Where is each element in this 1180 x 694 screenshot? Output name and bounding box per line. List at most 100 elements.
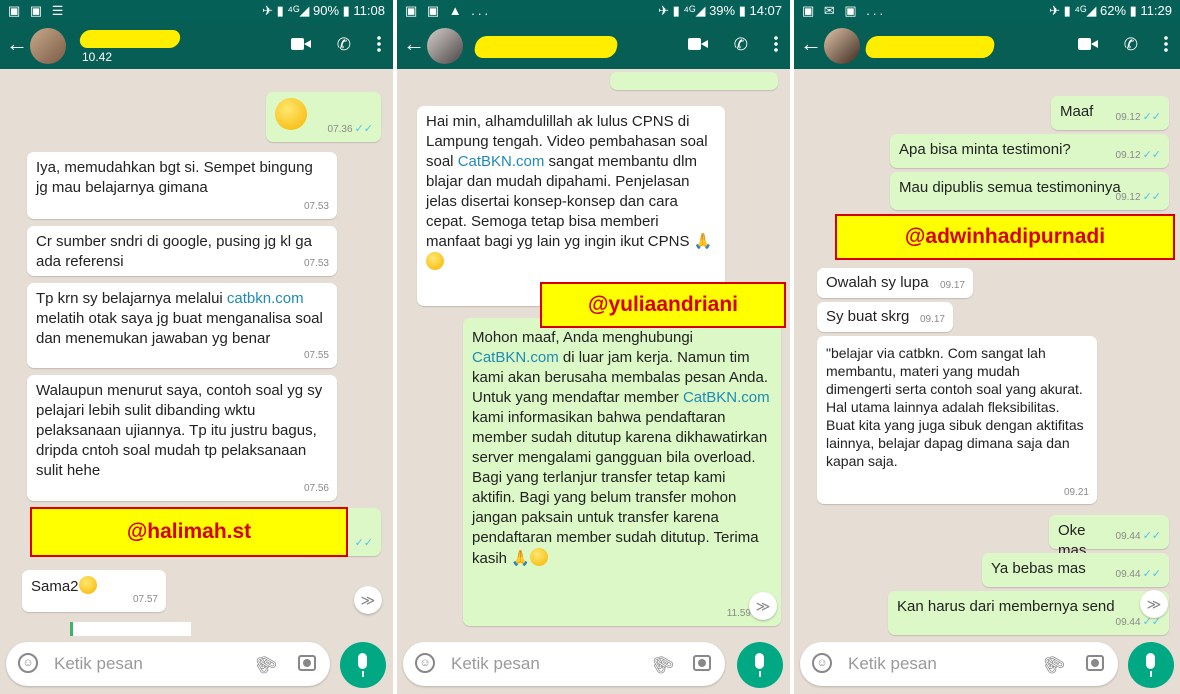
status-icons-left: ▣ ▣ ☰	[8, 3, 67, 18]
redacted-contact-name	[78, 30, 182, 48]
back-arrow-icon[interactable]: ←	[6, 33, 28, 55]
message-outgoing[interactable]: 07.36 ✓✓	[266, 92, 381, 142]
username-label: @adwinhadipurnadi	[835, 214, 1175, 260]
message-text: melatih otak saya jg buat menganalisa so…	[36, 310, 323, 347]
scroll-down-icon[interactable]: ≫	[1140, 590, 1168, 618]
message-incoming[interactable]: Hai min, alhamdulillah ak lulus CPNS di …	[417, 106, 725, 306]
message-text: Mau dipublis semua testimoninya	[899, 179, 1121, 196]
message-incoming[interactable]: Owalah sy lupa 09.17	[817, 268, 973, 298]
message-text: Maaf	[1060, 103, 1094, 120]
emoji-icon[interactable]: ☺	[18, 653, 38, 673]
message-input-placeholder[interactable]: Ketik pesan	[54, 654, 143, 674]
voice-call-icon[interactable]: ✆	[734, 36, 748, 53]
message-text: "belajar via catbkn. Com sangat lah memb…	[826, 345, 1084, 469]
more-options-icon[interactable]	[1164, 35, 1168, 53]
read-receipt-icon: ✓✓	[1142, 530, 1161, 542]
message-outgoing[interactable]	[610, 72, 778, 90]
message-time: 09.44	[1115, 531, 1141, 542]
message-incoming[interactable]: Walaupun menurut saya, contoh soal yg sy…	[27, 375, 337, 501]
read-receipt-icon: ✓✓	[1142, 191, 1161, 203]
message-text: kami informasikan bahwa pendaftaran memb…	[472, 409, 768, 567]
message-text: Ya bebas mas	[991, 560, 1086, 577]
contact-avatar[interactable]	[824, 28, 860, 64]
message-incoming[interactable]: Sama2 07.57	[22, 570, 166, 612]
back-arrow-icon[interactable]: ←	[800, 33, 822, 55]
message-link[interactable]: CatBKN.com	[458, 153, 545, 170]
message-text: Mohon maaf, Anda menghubungi	[472, 329, 693, 346]
smiling-emoji-icon	[78, 576, 97, 594]
message-time: 09.12	[1115, 112, 1141, 123]
message-input-placeholder[interactable]: Ketik pesan	[848, 654, 937, 674]
mic-button[interactable]	[340, 642, 386, 688]
message-outgoing[interactable]: Maaf 09.12 ✓✓	[1051, 96, 1169, 130]
mic-button[interactable]	[1128, 642, 1174, 688]
message-text: Tp krn sy belajarnya melalui	[36, 290, 223, 307]
scroll-down-icon[interactable]: ≫	[749, 592, 777, 620]
message-outgoing[interactable]: Oke mas 09.44 ✓✓	[1049, 515, 1169, 559]
message-text: Sama2	[31, 578, 79, 595]
voice-call-icon[interactable]: ✆	[337, 36, 351, 53]
mic-icon	[358, 653, 367, 677]
contact-avatar[interactable]	[427, 28, 463, 64]
chat-screen-2: ▣ ▣ ▲ ... ✈ ▮ ⁴ᴳ◢ 39% ▮ 14:07 ← ✆ Hai mi…	[397, 0, 790, 694]
camera-icon[interactable]	[693, 655, 711, 671]
message-text: Cr sumber sndri di google, pusing jg kl …	[36, 233, 312, 270]
message-link[interactable]: CatBKN.com	[683, 389, 770, 406]
smiling-emoji-icon	[529, 548, 548, 566]
status-icons-right: ✈ ▮ ⁴ᴳ◢ 62% ▮ 11:29	[1049, 3, 1172, 18]
attach-icon[interactable]: 🖇	[250, 649, 281, 680]
message-time: 09.17	[919, 314, 945, 325]
message-link[interactable]: catbkn.com	[227, 290, 304, 307]
message-input-bar[interactable]: ☺ Ketik pesan 🖇	[6, 642, 330, 686]
camera-icon[interactable]	[298, 655, 316, 671]
contact-avatar[interactable]	[30, 28, 66, 64]
attach-icon[interactable]: 🖇	[647, 649, 678, 680]
more-options-icon[interactable]	[377, 35, 381, 53]
message-outgoing[interactable]: Kan harus dari membernya send 09.44 ✓✓	[888, 591, 1169, 635]
video-call-icon[interactable]	[687, 37, 708, 51]
message-outgoing[interactable]: Ya bebas mas 09.44 ✓✓	[982, 553, 1169, 587]
status-icons-right: ✈ ▮ ⁴ᴳ◢ 39% ▮ 14:07	[658, 3, 782, 18]
voice-call-icon[interactable]: ✆	[1124, 36, 1138, 53]
message-incoming[interactable]: Cr sumber sndri di google, pusing jg kl …	[27, 226, 337, 276]
message-input-placeholder[interactable]: Ketik pesan	[451, 654, 540, 674]
message-time: 07.53	[303, 258, 329, 269]
back-arrow-icon[interactable]: ←	[403, 33, 425, 55]
status-bar: ▣ ▣ ▲ ... ✈ ▮ ⁴ᴳ◢ 39% ▮ 14:07	[397, 0, 790, 22]
message-incoming[interactable]: Tp krn sy belajarnya melalui catbkn.com …	[27, 283, 337, 368]
message-time: 09.44	[1115, 617, 1141, 628]
message-input-bar[interactable]: ☺ Ketik pesan 🖇	[403, 642, 725, 686]
emoji-icon[interactable]: ☺	[812, 653, 832, 673]
message-input-bar[interactable]: ☺ Ketik pesan 🖇	[800, 642, 1118, 686]
message-text: Owalah sy lupa	[826, 274, 929, 291]
message-time: 07.53	[303, 201, 329, 212]
read-receipt-icon: ✓✓	[1142, 568, 1161, 580]
video-call-icon[interactable]	[290, 37, 311, 51]
redacted-contact-name	[473, 36, 619, 58]
message-outgoing[interactable]: Mohon maaf, Anda menghubungi CatBKN.com …	[463, 318, 781, 626]
message-time: 07.57	[132, 594, 158, 605]
message-outgoing[interactable]: Apa bisa minta testimoni? 09.12 ✓✓	[890, 134, 1169, 168]
username-label: @yuliaandriani	[540, 282, 786, 328]
mic-button[interactable]	[737, 642, 783, 688]
video-call-icon[interactable]	[1077, 37, 1098, 51]
message-time: 07.56	[303, 483, 329, 494]
message-text: Kan harus dari membernya send	[897, 598, 1115, 615]
scroll-down-icon[interactable]: ≫	[354, 586, 382, 614]
message-outgoing[interactable]: Mau dipublis semua testimoninya 09.12 ✓✓	[890, 172, 1169, 210]
message-link[interactable]: CatBKN.com	[472, 349, 559, 366]
message-incoming[interactable]: "belajar via catbkn. Com sangat lah memb…	[817, 336, 1097, 504]
status-bar: ▣ ✉ ▣ ... ✈ ▮ ⁴ᴳ◢ 62% ▮ 11:29	[794, 0, 1180, 22]
message-time: 09.17	[939, 280, 965, 291]
mic-icon	[755, 653, 764, 677]
message-incoming[interactable]: Iya, memudahkan bgt si. Sempet bingung j…	[27, 152, 337, 219]
read-receipt-icon: ✓✓	[354, 537, 373, 549]
attach-icon[interactable]: 🖇	[1038, 649, 1069, 680]
emoji-icon[interactable]: ☺	[415, 653, 435, 673]
chat-header: ← 10.42 ✆	[0, 22, 393, 69]
smiling-emoji-icon	[426, 252, 444, 270]
message-time: 09.21	[1063, 487, 1089, 498]
more-options-icon[interactable]	[774, 35, 778, 53]
camera-icon[interactable]	[1086, 655, 1104, 671]
message-incoming[interactable]: Sy buat skrg 09.17	[817, 302, 953, 332]
